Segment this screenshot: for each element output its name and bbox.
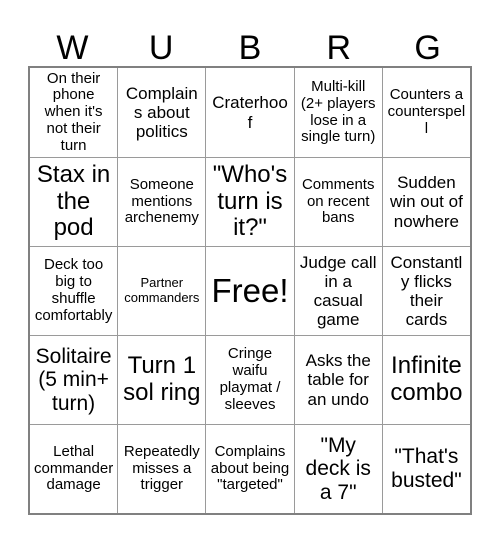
bingo-cell[interactable]: Cringe waifu playmat / sleeves: [205, 336, 294, 424]
bingo-cell[interactable]: Lethal commander damage: [30, 425, 118, 513]
bingo-cell[interactable]: Sudden win out of nowhere: [381, 158, 471, 246]
bingo-header-letter-1: W: [56, 29, 89, 67]
bingo-cell[interactable]: Counters a counterspell: [381, 68, 471, 157]
bingo-cell[interactable]: Multi-kill (2+ players lose in a single …: [293, 68, 382, 157]
bingo-cell[interactable]: Solitaire (5 min+ turn): [30, 336, 118, 424]
bingo-header-letter-4: R: [326, 29, 352, 67]
bingo-cell-label: Sudden win out of nowhere: [390, 173, 463, 231]
bingo-header-letter-5: G: [414, 29, 441, 67]
bingo-cell-label: On their phone when it's not their turn: [44, 69, 103, 154]
bingo-cell[interactable]: Complains about politics: [117, 68, 206, 157]
bingo-cell[interactable]: Repeatedly misses a trigger: [117, 425, 206, 513]
bingo-cell-label: Solitaire (5 min+ turn): [35, 344, 112, 415]
bingo-cell[interactable]: Comments on recent bans: [293, 158, 382, 246]
bingo-cell[interactable]: Constantly flicks their cards: [381, 247, 471, 335]
bingo-cell[interactable]: Partner commanders: [117, 247, 206, 335]
bingo-cell[interactable]: Infinite combo: [381, 336, 471, 424]
bingo-cell-label: Craterhoof: [212, 93, 288, 132]
bingo-cell-label: Someone mentions archenemy: [124, 175, 199, 227]
bingo-cell[interactable]: Craterhoof: [205, 68, 294, 157]
bingo-free-label: Free!: [211, 271, 289, 309]
bingo-row: Solitaire (5 min+ turn) Turn 1 sol ring …: [30, 335, 471, 424]
bingo-cell[interactable]: Deck too big to shuffle comfortably: [30, 247, 118, 335]
bingo-header-letter-3: B: [238, 29, 262, 67]
bingo-card: W U B R G On their phone when it's not t…: [28, 14, 472, 515]
bingo-cell[interactable]: Someone mentions archenemy: [117, 158, 206, 246]
bingo-cell[interactable]: Judge call in a casual game: [293, 247, 382, 335]
bingo-row: Deck too big to shuffle comfortably Part…: [30, 246, 471, 335]
bingo-cell-label: Asks the table for an undo: [305, 351, 371, 409]
bingo-cell-label: Comments on recent bans: [301, 175, 375, 227]
bingo-cell[interactable]: "That's busted": [381, 425, 471, 513]
bingo-cell[interactable]: On their phone when it's not their turn: [30, 68, 118, 157]
bingo-cell-label: Complains about politics: [125, 83, 198, 142]
bingo-cell-label: Lethal commander damage: [34, 442, 114, 494]
bingo-cell-label: Cringe waifu playmat / sleeves: [219, 345, 281, 413]
bingo-cell[interactable]: Stax in the pod: [30, 158, 118, 246]
bingo-cell-label: "Who's turn is it?": [212, 160, 288, 242]
bingo-row: On their phone when it's not their turn …: [30, 68, 471, 157]
bingo-row: Stax in the pod Someone mentions archene…: [30, 157, 471, 246]
bingo-cell-label: Multi-kill (2+ players lose in a single …: [300, 77, 376, 146]
bingo-cell[interactable]: "Who's turn is it?": [205, 158, 294, 246]
bingo-row: Lethal commander damage Repeatedly misse…: [30, 424, 471, 513]
bingo-cell-label: Deck too big to shuffle comfortably: [34, 256, 113, 324]
bingo-cell-label: Stax in the pod: [36, 160, 111, 242]
bingo-cell-label: Infinite combo: [390, 352, 463, 406]
bingo-header-row: W U B R G: [28, 14, 472, 66]
bingo-cell-label: Counters a counterspell: [387, 86, 466, 137]
bingo-cell-label: Constantly flicks their cards: [390, 252, 463, 330]
bingo-cell[interactable]: Complains about being "targeted": [205, 425, 294, 513]
bingo-cell[interactable]: Turn 1 sol ring: [117, 336, 206, 424]
bingo-grid: On their phone when it's not their turn …: [28, 66, 472, 515]
bingo-cell-label: Judge call in a casual game: [299, 252, 377, 330]
bingo-cell-label: Repeatedly misses a trigger: [123, 442, 200, 494]
bingo-cell-label: Partner commanders: [124, 275, 200, 305]
bingo-cell-label: Complains about being "targeted": [210, 442, 290, 494]
bingo-header-letter-2: U: [148, 29, 174, 67]
bingo-cell-label: Turn 1 sol ring: [123, 352, 201, 406]
bingo-cell-label: "That's busted": [391, 445, 462, 492]
bingo-cell[interactable]: "My deck is a 7": [293, 425, 382, 513]
bingo-cell[interactable]: Asks the table for an undo: [293, 336, 382, 424]
bingo-cell-label: "My deck is a 7": [305, 433, 371, 504]
bingo-free-cell[interactable]: Free!: [205, 247, 294, 335]
